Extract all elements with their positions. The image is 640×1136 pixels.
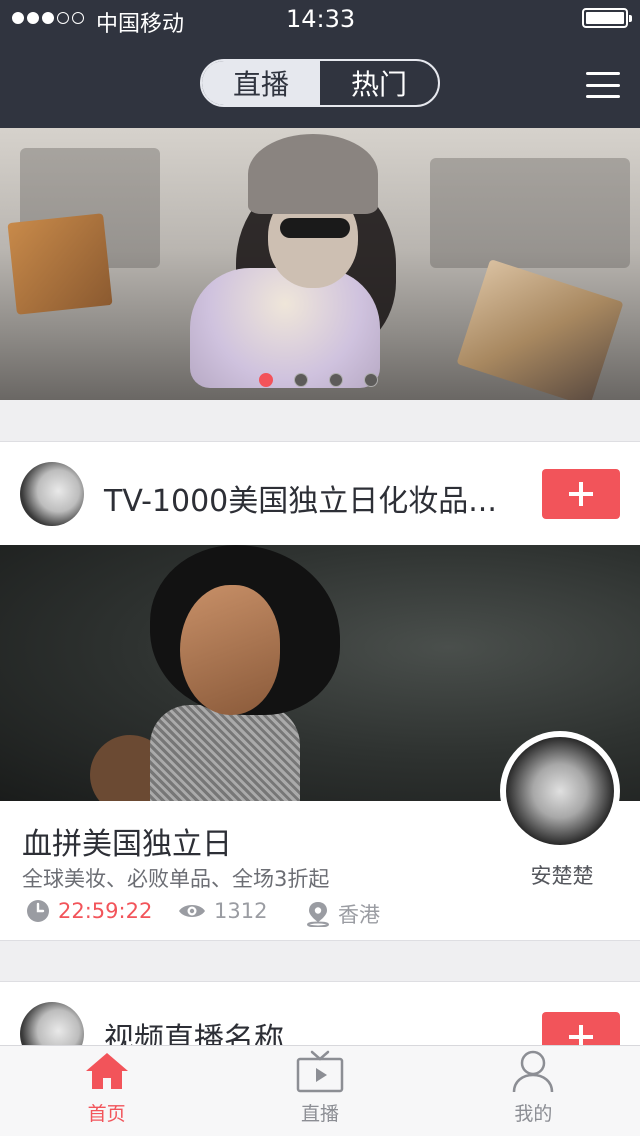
top-bar: 中国移动 14:33 直播 热门: [0, 0, 640, 128]
battery-icon: [582, 8, 632, 28]
tab-live-label: 直播: [300, 1103, 339, 1125]
location-pin-icon: [307, 902, 329, 927]
live-hot-segmented-control: 直播 热门: [200, 59, 440, 107]
live-subtitle: 全球美妆、必败单品、全场3折起: [22, 867, 330, 891]
host-avatar[interactable]: [500, 731, 620, 851]
signal-strength-icon: [12, 12, 84, 24]
tab-live-nav[interactable]: 直播: [213, 1046, 426, 1136]
page-dot[interactable]: [294, 373, 308, 387]
user-icon: [513, 1050, 554, 1093]
status-time: 14:33: [286, 5, 356, 33]
page-dot[interactable]: [329, 373, 343, 387]
channel-avatar[interactable]: [20, 462, 84, 526]
tab-mine[interactable]: 我的: [427, 1046, 640, 1136]
banner-carousel[interactable]: [0, 128, 640, 400]
status-bar: 中国移动 14:33: [0, 0, 640, 40]
tab-home[interactable]: 首页: [0, 1046, 213, 1136]
location-value: 香港: [338, 903, 380, 927]
countdown-time: 22:59:22: [58, 899, 153, 923]
shopping-bag-image: [7, 213, 113, 315]
tv-icon: [296, 1050, 344, 1093]
countdown: 22:59:22: [26, 899, 152, 923]
clock-icon: [27, 900, 49, 922]
host-name: 安楚楚: [530, 864, 594, 888]
bottom-tab-bar: 首页 直播 我的: [0, 1045, 640, 1136]
home-icon: [85, 1053, 128, 1089]
tab-live[interactable]: 直播: [202, 61, 320, 105]
carousel-page-indicator: [259, 373, 378, 387]
page-dot[interactable]: [259, 373, 273, 387]
tab-hot[interactable]: 热门: [320, 61, 438, 105]
eye-icon: [179, 905, 205, 917]
views-value: 1312: [214, 899, 268, 923]
location: 香港: [306, 899, 380, 929]
follow-button[interactable]: [542, 469, 620, 519]
view-count: 1312: [178, 899, 267, 923]
tab-home-label: 首页: [87, 1103, 126, 1125]
carrier-name: 中国移动: [96, 12, 185, 37]
channel-title: TV-1000美国独立日化妆品...: [104, 484, 497, 519]
live-title: 血拼美国独立日: [22, 827, 232, 862]
hamburger-menu-icon[interactable]: [586, 72, 620, 98]
shopping-bags-image: [456, 259, 624, 400]
page-dot[interactable]: [364, 373, 378, 387]
tab-mine-label: 我的: [514, 1103, 553, 1125]
app-screen: 中国移动 14:33 直播 热门 TV-1000美国独立日化妆品... 血拼美国…: [0, 0, 640, 1136]
plus-icon: [569, 482, 593, 506]
channel-header[interactable]: TV-1000美国独立日化妆品...: [0, 441, 640, 545]
